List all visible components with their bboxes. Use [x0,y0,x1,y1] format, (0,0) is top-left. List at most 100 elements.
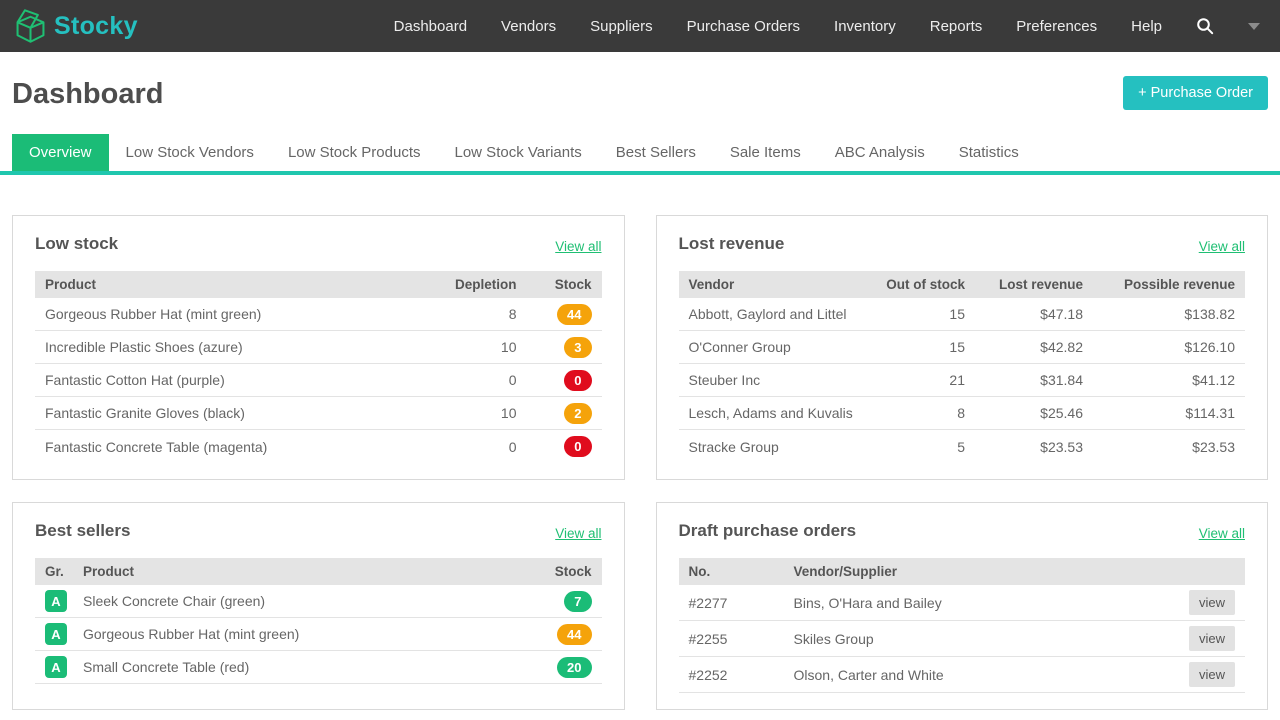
low-stock-panel: Low stock View all Product Depletion Sto… [12,215,625,480]
column-header: Vendor/Supplier [794,564,1176,579]
depletion-value: 0 [422,439,517,455]
tab-statistics[interactable]: Statistics [942,134,1036,171]
po-number: #2277 [689,595,794,611]
vendor-name: Steuber Inc [689,372,866,388]
table-row: Gorgeous Rubber Hat (mint green) 8 44 [35,298,602,331]
vendor-name: O'Conner Group [689,339,866,355]
view-button[interactable]: view [1189,662,1235,687]
product-name: Fantastic Cotton Hat (purple) [45,372,422,388]
new-purchase-order-button[interactable]: + Purchase Order [1123,76,1268,110]
tab-abc-analysis[interactable]: ABC Analysis [818,134,942,171]
vendor-name: Skiles Group [794,631,1176,647]
view-all-link[interactable]: View all [1199,239,1245,254]
nav-item-reports[interactable]: Reports [930,18,983,35]
stock-badge: 44 [557,304,591,325]
draft-purchase-orders-table: No. Vendor/Supplier #2277 Bins, O'Hara a… [679,558,1246,693]
stock-badge: 7 [564,591,591,612]
table-row: Fantastic Granite Gloves (black) 10 2 [35,397,602,430]
depletion-value: 8 [422,306,517,322]
lost-revenue-value: $25.46 [965,405,1083,421]
lost-revenue-value: $42.82 [965,339,1083,355]
tab-sale-items[interactable]: Sale Items [713,134,818,171]
nav-item-dashboard[interactable]: Dashboard [394,18,467,35]
possible-revenue-value: $23.53 [1083,439,1235,455]
panel-title: Draft purchase orders [679,521,857,541]
column-header: Product [45,277,422,292]
column-header: Stock [517,564,592,579]
po-number: #2255 [689,631,794,647]
panel-title: Best sellers [35,521,130,541]
stock-badge: 0 [564,436,591,457]
vendor-name: Olson, Carter and White [794,667,1176,683]
lost-revenue-table: Vendor Out of stock Lost revenue Possibl… [679,271,1246,463]
depletion-value: 10 [422,405,517,421]
table-row: #2252 Olson, Carter and White view [679,657,1246,693]
table-row: A Small Concrete Table (red) 20 [35,651,602,684]
depletion-value: 0 [422,372,517,388]
nav-links: Dashboard Vendors Suppliers Purchase Ord… [394,17,1260,35]
out-of-stock-value: 15 [865,339,965,355]
tab-low-stock-products[interactable]: Low Stock Products [271,134,438,171]
view-button[interactable]: view [1189,590,1235,615]
vendor-name: Abbott, Gaylord and Littel [689,306,866,322]
nav-item-help[interactable]: Help [1131,18,1162,35]
possible-revenue-value: $138.82 [1083,306,1235,322]
panel-title: Low stock [35,234,118,254]
product-name: Fantastic Concrete Table (magenta) [45,439,422,455]
view-all-link[interactable]: View all [555,526,601,541]
nav-item-vendors[interactable]: Vendors [501,18,556,35]
stock-badge: 3 [564,337,591,358]
dashboard-panels: Low stock View all Product Depletion Sto… [12,215,1268,710]
table-row: A Gorgeous Rubber Hat (mint green) 44 [35,618,602,651]
table-row: Abbott, Gaylord and Littel 15 $47.18 $13… [679,298,1246,331]
table-row: Stracke Group 5 $23.53 $23.53 [679,430,1246,463]
lost-revenue-value: $47.18 [965,306,1083,322]
product-name: Gorgeous Rubber Hat (mint green) [83,626,517,642]
vendor-name: Stracke Group [689,439,866,455]
draft-purchase-orders-panel: Draft purchase orders View all No. Vendo… [656,502,1269,710]
product-name: Small Concrete Table (red) [83,659,517,675]
out-of-stock-value: 5 [865,439,965,455]
view-all-link[interactable]: View all [555,239,601,254]
table-header: Vendor Out of stock Lost revenue Possibl… [679,271,1246,298]
page-title: Dashboard [12,78,163,111]
column-header: Depletion [422,277,517,292]
page-header: Dashboard + Purchase Order [0,52,1280,111]
table-row: Steuber Inc 21 $31.84 $41.12 [679,364,1246,397]
vendor-name: Lesch, Adams and Kuvalis [689,405,866,421]
out-of-stock-value: 8 [865,405,965,421]
search-icon[interactable] [1196,17,1214,35]
tab-overview[interactable]: Overview [12,134,109,171]
grade-badge: A [45,590,67,612]
product-name: Gorgeous Rubber Hat (mint green) [45,306,422,322]
column-header: Possible revenue [1083,277,1235,292]
table-header: Gr. Product Stock [35,558,602,585]
table-row: Fantastic Concrete Table (magenta) 0 0 [35,430,602,463]
lost-revenue-value: $23.53 [965,439,1083,455]
nav-item-purchase-orders[interactable]: Purchase Orders [687,18,800,35]
table-header: Product Depletion Stock [35,271,602,298]
stock-badge: 2 [564,403,591,424]
view-button[interactable]: view [1189,626,1235,651]
nav-item-preferences[interactable]: Preferences [1016,18,1097,35]
nav-item-suppliers[interactable]: Suppliers [590,18,653,35]
out-of-stock-value: 21 [865,372,965,388]
stocky-logo[interactable]: Stocky [12,5,138,47]
product-name: Fantastic Granite Gloves (black) [45,405,422,421]
caret-down-icon[interactable] [1248,23,1260,30]
best-sellers-panel: Best sellers View all Gr. Product Stock … [12,502,625,710]
column-header: No. [689,564,794,579]
out-of-stock-value: 15 [865,306,965,322]
tab-low-stock-variants[interactable]: Low Stock Variants [438,134,599,171]
tab-best-sellers[interactable]: Best Sellers [599,134,713,171]
product-name: Incredible Plastic Shoes (azure) [45,339,422,355]
top-nav: Stocky Dashboard Vendors Suppliers Purch… [0,0,1280,52]
nav-item-inventory[interactable]: Inventory [834,18,896,35]
view-all-link[interactable]: View all [1199,526,1245,541]
table-row: Fantastic Cotton Hat (purple) 0 0 [35,364,602,397]
tab-low-stock-vendors[interactable]: Low Stock Vendors [109,134,271,171]
possible-revenue-value: $41.12 [1083,372,1235,388]
lost-revenue-value: $31.84 [965,372,1083,388]
best-sellers-table: Gr. Product Stock A Sleek Concrete Chair… [35,558,602,684]
grade-badge: A [45,656,67,678]
